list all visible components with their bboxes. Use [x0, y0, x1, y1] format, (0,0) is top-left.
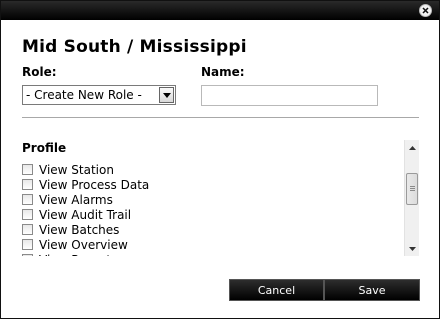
permission-label: View Alarms [39, 192, 113, 207]
permission-item[interactable]: View Alarms [22, 192, 149, 207]
permission-item[interactable]: View Overview [22, 237, 149, 252]
scroll-thumb[interactable] [406, 173, 418, 205]
permissions-scrollbar[interactable] [404, 140, 419, 256]
permissions-panel: Profile View Station View Process Data Vie… [22, 140, 419, 256]
dialog-titlebar[interactable] [1, 1, 439, 20]
dialog-heading: Mid South / Mississippi [22, 37, 247, 57]
permission-label: View Station [39, 162, 114, 177]
permission-checkbox[interactable] [22, 239, 33, 250]
divider [22, 117, 419, 118]
permission-item[interactable]: View Station [22, 162, 149, 177]
role-dialog: Mid South / Mississippi Role: Name: - Cr… [0, 0, 440, 319]
close-button[interactable] [419, 4, 432, 17]
chevron-down-icon [162, 92, 171, 98]
thumb-grip-line [410, 190, 415, 191]
scroll-up-button[interactable] [405, 140, 419, 155]
thumb-grip-line [410, 188, 415, 189]
name-label: Name: [201, 65, 245, 79]
close-icon [422, 7, 429, 14]
permission-checkbox[interactable] [22, 209, 33, 220]
permission-item[interactable]: View Audit Trail [22, 207, 149, 222]
permission-label: View Process Data [39, 177, 150, 192]
arrow-up-icon [408, 145, 416, 150]
role-label: Role: [22, 65, 57, 79]
permissions-list: View Station View Process Data View Alarms… [22, 162, 149, 256]
name-input[interactable] [201, 85, 378, 106]
dropdown-arrow[interactable] [159, 87, 174, 103]
permission-item[interactable]: View Batches [22, 222, 149, 237]
permissions-title: Profile [22, 141, 67, 155]
permission-label: View Batches [39, 222, 120, 237]
scroll-down-button[interactable] [405, 241, 419, 256]
permission-label: View Overview [39, 237, 128, 252]
permission-checkbox[interactable] [22, 224, 33, 235]
permission-label: View Reports [39, 253, 117, 257]
permission-checkbox[interactable] [22, 194, 33, 205]
role-select-value: - Create New Role - [26, 88, 142, 102]
thumb-grip-line [410, 186, 415, 187]
permission-checkbox[interactable] [22, 254, 33, 256]
permission-item[interactable]: View Process Data [22, 177, 149, 192]
role-select[interactable]: - Create New Role - [22, 85, 176, 105]
permission-label: View Audit Trail [39, 207, 132, 222]
cancel-button[interactable]: Cancel [229, 279, 324, 301]
permission-item[interactable]: View Reports [22, 252, 149, 256]
permission-checkbox[interactable] [22, 164, 33, 175]
permission-checkbox[interactable] [22, 179, 33, 190]
arrow-down-icon [408, 246, 416, 251]
save-button[interactable]: Save [324, 279, 420, 301]
